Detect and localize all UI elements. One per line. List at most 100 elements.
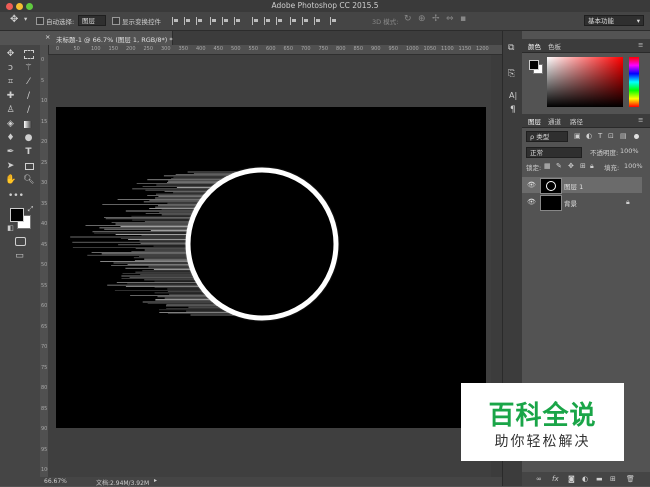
lock-position-icon[interactable]: ✥ xyxy=(568,162,574,170)
brush-tool-icon[interactable]: ∕ xyxy=(23,91,34,102)
color-picker-field[interactable] xyxy=(547,57,623,107)
new-group-icon[interactable]: ▬ xyxy=(596,475,603,483)
3d-scale-icon[interactable]: ▪ xyxy=(460,14,466,24)
opacity-value[interactable]: 100% xyxy=(620,147,639,155)
layer-style-icon[interactable]: fx xyxy=(552,475,559,483)
healing-tool-icon[interactable]: ✚ xyxy=(5,91,16,102)
distribute-top-icon[interactable] xyxy=(252,17,259,25)
distribute-hcenter-icon[interactable] xyxy=(302,17,309,25)
paragraph-panel-icon[interactable]: ¶ xyxy=(510,105,516,115)
distribute-bottom-icon[interactable] xyxy=(276,17,283,25)
3d-roll-icon[interactable]: ⊕ xyxy=(418,14,426,24)
filter-adjustment-icon[interactable]: ◐ xyxy=(586,132,592,140)
workspace-dropdown[interactable]: 基本功能 ▾ xyxy=(584,15,644,26)
swap-colors-icon[interactable]: ⤢ xyxy=(25,204,36,215)
new-layer-icon[interactable]: ⊞ xyxy=(610,475,616,483)
auto-align-icon[interactable] xyxy=(330,17,337,25)
document-canvas[interactable] xyxy=(56,107,486,428)
lasso-tool-icon[interactable]: ↄ xyxy=(5,63,16,74)
auto-select-dropdown[interactable]: 图层 xyxy=(78,15,106,26)
document-tab[interactable]: × 未标题-1 @ 66.7% (图层 1, RGB/8*) * xyxy=(40,31,173,45)
3d-slide-icon[interactable]: ⇔ xyxy=(446,14,454,24)
ruler-tick-label: 700 xyxy=(301,46,311,52)
type-tool-icon[interactable]: T xyxy=(23,147,34,158)
3d-pan-icon[interactable]: ✢ xyxy=(432,14,440,24)
layer-name[interactable]: 图层 1 xyxy=(564,181,583,191)
tab-layers[interactable]: 图层 xyxy=(528,116,541,126)
blend-mode-dropdown[interactable]: 正常 xyxy=(526,147,582,158)
move-tool-icon[interactable]: ✥ xyxy=(5,49,16,60)
visibility-eye-icon[interactable]: 👁︎ xyxy=(527,198,536,206)
panel-foreground-swatch[interactable] xyxy=(529,60,539,70)
magic-wand-tool-icon[interactable]: ⚚ xyxy=(23,63,34,74)
link-layers-icon[interactable]: ∞ xyxy=(536,475,542,483)
stamp-tool-icon[interactable]: ♙ xyxy=(5,105,16,116)
hue-slider[interactable] xyxy=(629,57,639,107)
more-tools-icon[interactable]: ••• xyxy=(8,191,24,202)
align-vcenter-icon[interactable] xyxy=(184,17,191,25)
character-panel-icon[interactable]: A| xyxy=(509,91,517,100)
default-colors-icon[interactable]: ◧ xyxy=(5,223,16,234)
zoom-tool-icon[interactable]: 🔍︎ xyxy=(23,175,34,186)
filter-type-icon[interactable]: T xyxy=(598,132,602,140)
align-right-icon[interactable] xyxy=(234,17,241,25)
eraser-tool-icon[interactable]: ◈ xyxy=(5,119,16,130)
visibility-eye-icon[interactable]: 👁︎ xyxy=(527,181,536,189)
tab-paths[interactable]: 路径 xyxy=(570,116,583,126)
tab-channels[interactable]: 通道 xyxy=(548,116,561,126)
layer-filter-dropdown[interactable]: ρ 类型 xyxy=(526,131,568,142)
blur-tool-icon[interactable]: ♦ xyxy=(5,133,16,144)
history-brush-tool-icon[interactable]: ∕ xyxy=(23,105,34,116)
move-tool-icon[interactable]: ✥ xyxy=(10,14,18,25)
foreground-color-swatch[interactable] xyxy=(10,208,24,222)
add-mask-icon[interactable]: ◙ xyxy=(568,475,575,483)
align-left-icon[interactable] xyxy=(210,17,217,25)
auto-select-checkbox[interactable] xyxy=(36,17,44,25)
path-select-tool-icon[interactable]: ➤ xyxy=(5,161,16,172)
adjustment-layer-icon[interactable]: ◐ xyxy=(582,475,588,483)
layers-panel-menu-icon[interactable]: ≡ xyxy=(638,116,643,124)
layer-row[interactable]: 👁︎ 图层 1 xyxy=(522,177,642,194)
layer-row[interactable]: 👁︎ 背景 🔒︎ xyxy=(522,194,642,211)
lock-image-icon[interactable]: ✎ xyxy=(556,162,562,170)
dodge-tool-icon[interactable]: ● xyxy=(23,133,34,144)
show-transform-checkbox[interactable] xyxy=(112,17,120,25)
fill-value[interactable]: 100% xyxy=(624,162,643,170)
lock-transparent-icon[interactable]: ▦ xyxy=(544,162,551,170)
status-menu-icon[interactable]: ▸ xyxy=(154,477,157,484)
distribute-vcenter-icon[interactable] xyxy=(264,17,271,25)
lock-artboard-icon[interactable]: ⊞ xyxy=(580,162,586,170)
marquee-tool-icon[interactable] xyxy=(23,49,34,60)
hand-tool-icon[interactable]: ✋ xyxy=(5,175,16,186)
distribute-left-icon[interactable] xyxy=(290,17,297,25)
layer-name[interactable]: 背景 xyxy=(564,198,577,208)
tool-preset-chevron-icon[interactable]: ▾ xyxy=(24,15,27,23)
tab-swatches[interactable]: 色板 xyxy=(548,41,561,51)
zoom-level[interactable]: 66.67% xyxy=(44,478,67,485)
filter-smart-icon[interactable]: ▤ xyxy=(620,132,627,140)
quick-mask-icon[interactable] xyxy=(14,236,26,247)
tab-color[interactable]: 颜色 xyxy=(528,41,541,51)
3d-orbit-icon[interactable]: ↻ xyxy=(404,14,412,24)
panel-menu-icon[interactable]: ≡ xyxy=(638,41,643,49)
align-bottom-icon[interactable] xyxy=(196,17,203,25)
properties-panel-icon[interactable]: ⎘ xyxy=(508,69,515,79)
align-hcenter-icon[interactable] xyxy=(222,17,229,25)
eyedropper-tool-icon[interactable]: ⁄ xyxy=(23,77,34,88)
filter-toggle[interactable] xyxy=(634,134,639,139)
delete-layer-icon[interactable]: 🗑︎ xyxy=(626,475,635,483)
ruler-tick-label: 25 xyxy=(41,159,48,166)
filter-pixel-icon[interactable]: ▣ xyxy=(574,132,581,140)
ruler-top[interactable]: 0 50 100 150 200 250 300 350 400 450 500 550 600 650 7… xyxy=(48,45,502,55)
pen-tool-icon[interactable]: ✒ xyxy=(5,147,16,158)
lock-all-icon[interactable]: 🔒︎ xyxy=(590,162,594,171)
align-top-icon[interactable] xyxy=(172,17,179,25)
gradient-tool-icon[interactable] xyxy=(23,119,34,130)
distribute-right-icon[interactable] xyxy=(314,17,321,25)
screen-mode-icon[interactable]: ▭ xyxy=(14,251,25,262)
rectangle-tool-icon[interactable] xyxy=(23,161,34,172)
history-panel-icon[interactable]: ⧉ xyxy=(508,43,514,53)
crop-tool-icon[interactable]: ⌗ xyxy=(5,77,16,88)
filter-shape-icon[interactable]: ⊡ xyxy=(608,132,614,140)
close-tab-icon[interactable]: × xyxy=(45,33,50,41)
